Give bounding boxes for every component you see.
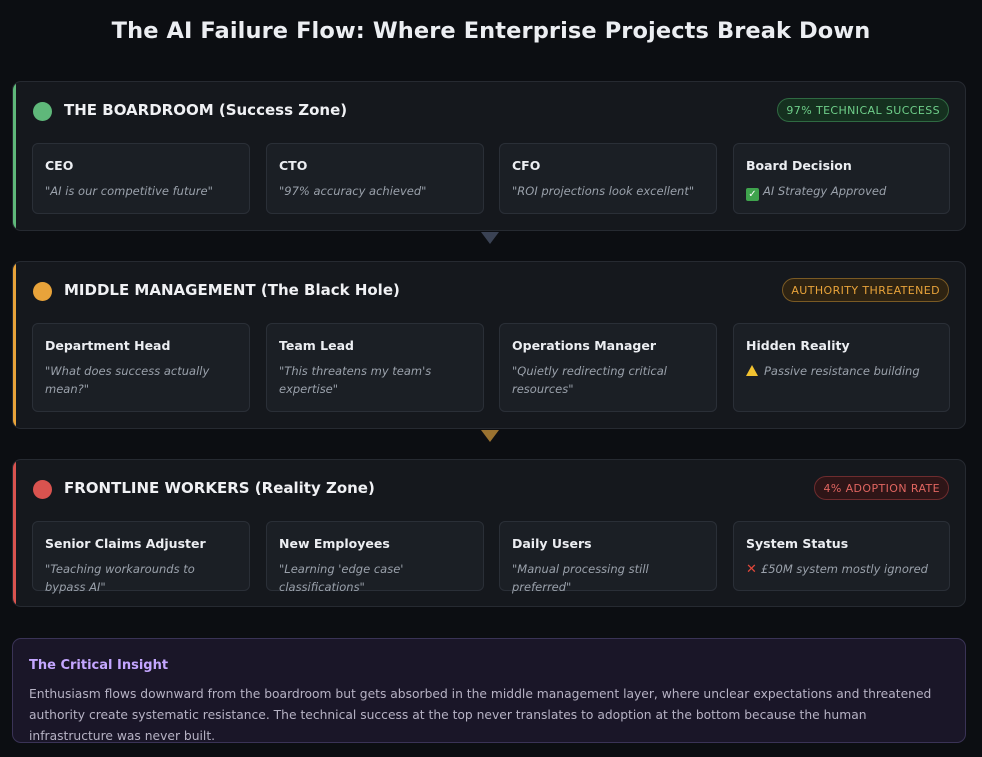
flow-arrow-down xyxy=(481,430,499,442)
tier-middle-management: MIDDLE MANAGEMENT (The Black Hole) AUTHO… xyxy=(12,261,966,429)
status-dot-green xyxy=(33,102,52,121)
status-badge: 4% ADOPTION RATE xyxy=(814,476,949,500)
role-name: CEO xyxy=(45,158,74,173)
role-quote: "ROI projections look excellent" xyxy=(512,184,695,198)
tier-boardroom: THE BOARDROOM (Success Zone) 97% TECHNIC… xyxy=(12,81,966,231)
role-quote: "What does success actually mean?" xyxy=(45,364,210,396)
page-title: The AI Failure Flow: Where Enterprise Pr… xyxy=(111,18,871,44)
role-quote: "Manual processing still preferred" xyxy=(512,562,649,594)
insight-title: The Critical Insight xyxy=(29,658,169,673)
role-card-hidden-reality: Hidden Reality Passive resistance buildi… xyxy=(733,323,950,412)
role-card-cfo: CFO "ROI projections look excellent" xyxy=(499,143,717,214)
role-quote: "Teaching workarounds to bypass AI" xyxy=(45,562,195,594)
role-card-senior-claims-adjuster: Senior Claims Adjuster "Teaching workaro… xyxy=(32,521,250,594)
role-name: Team Lead xyxy=(279,338,354,353)
role-card-team-lead: Team Lead "This threatens my team's expe… xyxy=(266,323,484,412)
role-name: Daily Users xyxy=(512,536,592,551)
tier-accent-bar xyxy=(13,460,16,606)
role-card-new-employees: New Employees "Learning 'edge case' clas… xyxy=(266,521,484,594)
role-quote: ✓ AI Strategy Approved xyxy=(746,182,937,201)
role-quote: "Learning 'edge case' classifications" xyxy=(279,562,404,594)
role-quote: ✕ £50M system mostly ignored xyxy=(746,560,937,579)
status-badge: 97% TECHNICAL SUCCESS xyxy=(777,98,949,122)
role-card-system-status: System Status ✕ £50M system mostly ignore… xyxy=(733,521,950,591)
status-dot-orange xyxy=(33,282,52,301)
check-icon: ✓ xyxy=(746,188,759,201)
role-name: CFO xyxy=(512,158,541,173)
role-card-operations-manager: Operations Manager "Quietly redirecting … xyxy=(499,323,717,412)
role-name: System Status xyxy=(746,536,849,551)
tier-frontline-workers: FRONTLINE WORKERS (Reality Zone) 4% ADOP… xyxy=(12,459,966,607)
status-dot-red xyxy=(33,480,52,499)
role-quote: Passive resistance building xyxy=(746,362,937,380)
role-quote-text: £50M system mostly ignored xyxy=(760,562,928,576)
tier-title: THE BOARDROOM (Success Zone) xyxy=(64,101,348,119)
role-card-department-head: Department Head "What does success actua… xyxy=(32,323,250,412)
flow-arrow-down xyxy=(481,232,499,244)
role-quote: "This threatens my team's expertise" xyxy=(279,364,432,396)
role-card-cto: CTO "97% accuracy achieved" xyxy=(266,143,484,214)
role-name: Senior Claims Adjuster xyxy=(45,536,206,551)
critical-insight-panel: The Critical Insight Enthusiasm flows do… xyxy=(12,638,966,743)
cross-icon: ✕ xyxy=(746,562,757,577)
insight-body: Enthusiasm flows downward from the board… xyxy=(29,687,932,743)
tier-title: FRONTLINE WORKERS (Reality Zone) xyxy=(64,479,375,497)
role-name: Board Decision xyxy=(746,158,852,173)
tier-accent-bar xyxy=(13,82,16,230)
role-quote-text: AI Strategy Approved xyxy=(763,184,887,198)
role-quote-text: Passive resistance building xyxy=(764,364,920,378)
role-name: Department Head xyxy=(45,338,171,353)
role-card-ceo: CEO "AI is our competitive future" xyxy=(32,143,250,214)
role-name: New Employees xyxy=(279,536,390,551)
role-quote: "AI is our competitive future" xyxy=(45,184,213,198)
tier-title: MIDDLE MANAGEMENT (The Black Hole) xyxy=(64,281,400,299)
role-name: Operations Manager xyxy=(512,338,656,353)
role-name: CTO xyxy=(279,158,308,173)
status-badge: AUTHORITY THREATENED xyxy=(782,278,949,302)
role-card-board-decision: Board Decision ✓ AI Strategy Approved xyxy=(733,143,950,214)
role-quote: "97% accuracy achieved" xyxy=(279,184,427,198)
role-quote: "Quietly redirecting critical resources" xyxy=(512,364,667,396)
tier-accent-bar xyxy=(13,262,16,428)
role-name: Hidden Reality xyxy=(746,338,850,353)
warning-icon xyxy=(746,365,758,376)
role-card-daily-users: Daily Users "Manual processing still pre… xyxy=(499,521,717,594)
